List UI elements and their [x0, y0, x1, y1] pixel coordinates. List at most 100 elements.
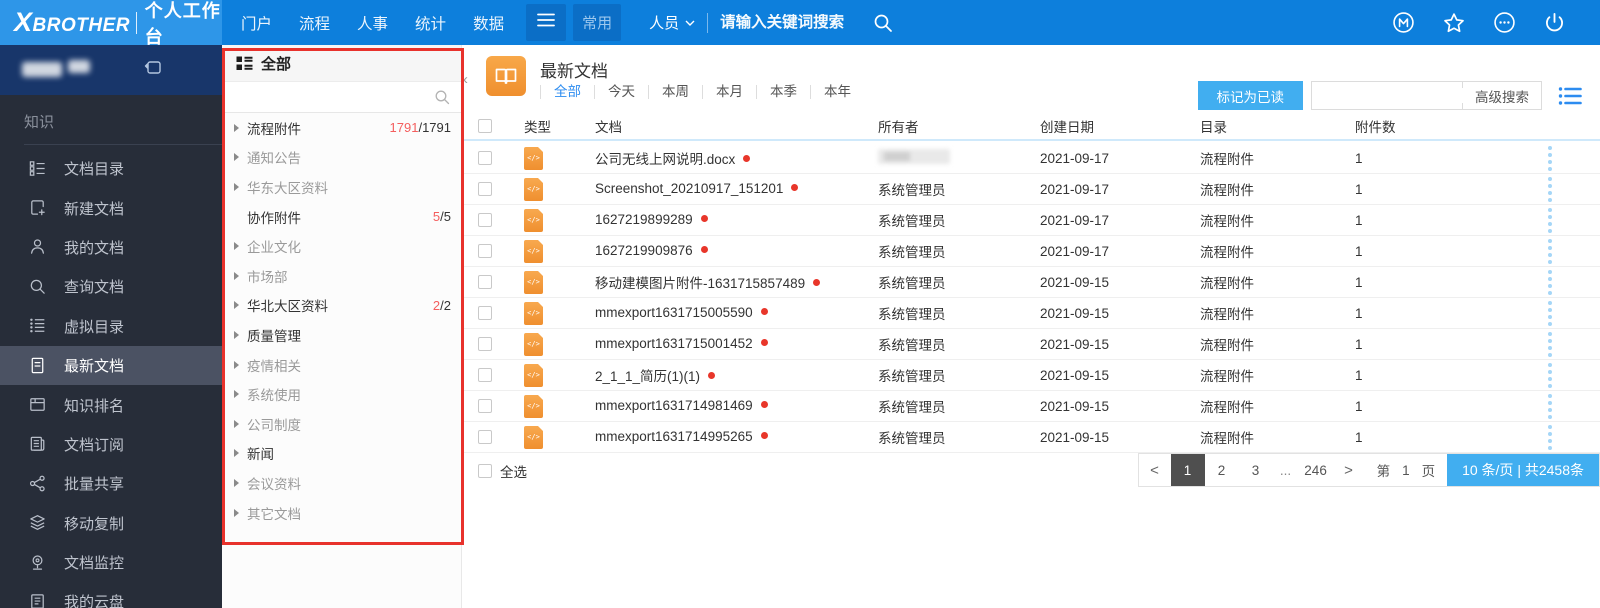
sidebar-item[interactable]: 新建文档 [0, 188, 222, 227]
m-circle-icon[interactable] [1392, 11, 1415, 34]
next-page-button[interactable]: > [1333, 454, 1365, 486]
tree-root-all[interactable]: 全部 [222, 45, 461, 82]
row-actions-icon[interactable] [1548, 176, 1552, 202]
sidebar-item[interactable]: 虚拟目录 [0, 307, 222, 346]
power-icon[interactable] [1543, 11, 1566, 34]
document-link[interactable]: mmexport1631715001452 [595, 336, 753, 351]
row-actions-icon[interactable] [1548, 238, 1552, 264]
row-actions-icon[interactable] [1548, 331, 1552, 357]
document-link[interactable]: 公司无线上网说明.docx [595, 152, 735, 167]
more-circle-icon[interactable] [1493, 11, 1516, 34]
tree-item[interactable]: 华东大区资料 / [222, 172, 461, 202]
sidebar-item[interactable]: 最新文档 [0, 345, 222, 386]
document-link[interactable]: Screenshot_20210917_151201 [595, 181, 783, 196]
time-filter-tab[interactable]: 本月 [702, 85, 756, 99]
tree-item[interactable]: 华北大区资料 2/2 [222, 291, 461, 321]
row-actions-icon[interactable] [1548, 424, 1552, 450]
expand-arrow-icon[interactable] [234, 301, 239, 310]
header-checkbox[interactable] [478, 118, 492, 133]
tree-item[interactable]: 公司制度 / [222, 409, 461, 439]
row-checkbox[interactable] [478, 213, 492, 227]
page-number-button[interactable]: 246 [1299, 454, 1333, 486]
tree-item[interactable]: 协作附件 5/5 [222, 202, 461, 232]
document-link[interactable]: 1627219899289 [595, 212, 693, 227]
row-checkbox[interactable] [478, 337, 492, 351]
expand-arrow-icon[interactable] [234, 390, 239, 399]
tree-item[interactable]: 会议资料 / [222, 468, 461, 498]
page-number-button[interactable]: 2 [1205, 454, 1239, 486]
row-checkbox[interactable] [478, 399, 492, 413]
expand-arrow-icon[interactable] [234, 419, 239, 428]
topbar-nav-item[interactable]: 门户 [241, 12, 272, 34]
collapse-panel-chevron-icon[interactable]: ‹ [463, 71, 468, 88]
prev-page-button[interactable]: < [1139, 454, 1171, 486]
document-link[interactable]: 1627219909876 [595, 243, 693, 258]
topbar-search-input[interactable] [720, 13, 871, 32]
row-actions-icon[interactable] [1548, 393, 1552, 419]
expand-arrow-icon[interactable] [234, 478, 239, 487]
search-category-selector[interactable]: 人员 [649, 12, 695, 33]
time-filter-tab[interactable]: 本年 [810, 85, 864, 99]
tree-item[interactable]: 通知公告 / [222, 143, 461, 173]
row-checkbox[interactable] [478, 182, 492, 196]
expand-arrow-icon[interactable] [234, 360, 239, 369]
select-all-checkbox[interactable] [478, 464, 492, 478]
topbar-nav-item[interactable]: 数据 [473, 12, 504, 34]
row-checkbox[interactable] [478, 306, 492, 320]
expand-arrow-icon[interactable] [234, 182, 239, 191]
search-icon[interactable] [872, 12, 894, 34]
document-link[interactable]: 2_1_1_简历(1)(1) [595, 369, 700, 384]
sidebar-item[interactable]: 批量共享 [0, 464, 222, 503]
tree-search-icon[interactable] [434, 89, 451, 106]
time-filter-tab[interactable]: 全部 [540, 85, 594, 99]
page-number-button[interactable]: ... [1273, 454, 1299, 486]
tree-item[interactable]: 新闻 / [222, 439, 461, 469]
hamburger-menu-button[interactable] [526, 4, 567, 41]
document-link[interactable]: 移动建模图片附件-1631715857489 [595, 276, 805, 291]
page-number-button[interactable]: 3 [1239, 454, 1273, 486]
sidebar-item[interactable]: 我的云盘 [0, 582, 222, 608]
switch-app-icon[interactable] [142, 58, 164, 83]
topbar-nav-item[interactable]: 统计 [415, 12, 446, 34]
row-checkbox[interactable] [478, 244, 492, 258]
advanced-search-button[interactable]: 高级搜索 [1463, 81, 1542, 110]
sidebar-item[interactable]: 移动复制 [0, 504, 222, 543]
sidebar-item[interactable]: 文档订阅 [0, 425, 222, 464]
frequently-used-button[interactable]: 常用 [573, 4, 622, 41]
tree-item[interactable]: 流程附件 1791/1791 [222, 113, 461, 143]
row-actions-icon[interactable] [1548, 300, 1552, 326]
row-checkbox[interactable] [478, 368, 492, 382]
tree-item[interactable]: 企业文化 / [222, 231, 461, 261]
expand-arrow-icon[interactable] [234, 123, 239, 132]
time-filter-tab[interactable]: 本周 [648, 85, 702, 99]
mark-as-read-button[interactable]: 标记为已读 [1197, 81, 1303, 110]
tree-search-input[interactable] [232, 89, 434, 105]
expand-arrow-icon[interactable] [234, 153, 239, 162]
row-checkbox[interactable] [478, 151, 492, 165]
sidebar-item[interactable]: 我的文档 [0, 228, 222, 267]
page-size-selector[interactable]: 10 条/页 | 共2458条 [1447, 454, 1599, 486]
sidebar-item[interactable]: 文档目录 [0, 149, 222, 188]
row-actions-icon[interactable] [1548, 362, 1552, 388]
document-link[interactable]: mmexport1631714995265 [595, 429, 753, 444]
expand-arrow-icon[interactable] [234, 449, 239, 458]
row-checkbox[interactable] [478, 275, 492, 289]
topbar-nav-item[interactable]: 人事 [357, 12, 388, 34]
user-band[interactable] [0, 45, 222, 95]
document-link[interactable]: mmexport1631714981469 [595, 398, 753, 413]
page-jump-value[interactable]: 1 [1402, 463, 1410, 478]
tree-item[interactable]: 市场部 / [222, 261, 461, 291]
time-filter-tab[interactable]: 本季 [756, 85, 810, 99]
time-filter-tab[interactable]: 今天 [594, 85, 648, 99]
document-link[interactable]: mmexport1631715005590 [595, 305, 753, 320]
tree-item[interactable]: 系统使用 / [222, 379, 461, 409]
tree-item[interactable]: 疫情相关 / [222, 350, 461, 380]
row-actions-icon[interactable] [1548, 269, 1552, 295]
row-actions-icon[interactable] [1548, 207, 1552, 233]
list-view-icon[interactable] [1558, 86, 1582, 106]
row-actions-icon[interactable] [1548, 145, 1552, 171]
tree-item[interactable]: 其它文档 / [222, 498, 461, 528]
expand-arrow-icon[interactable] [234, 242, 239, 251]
expand-arrow-icon[interactable] [234, 508, 239, 517]
expand-arrow-icon[interactable] [234, 330, 239, 339]
